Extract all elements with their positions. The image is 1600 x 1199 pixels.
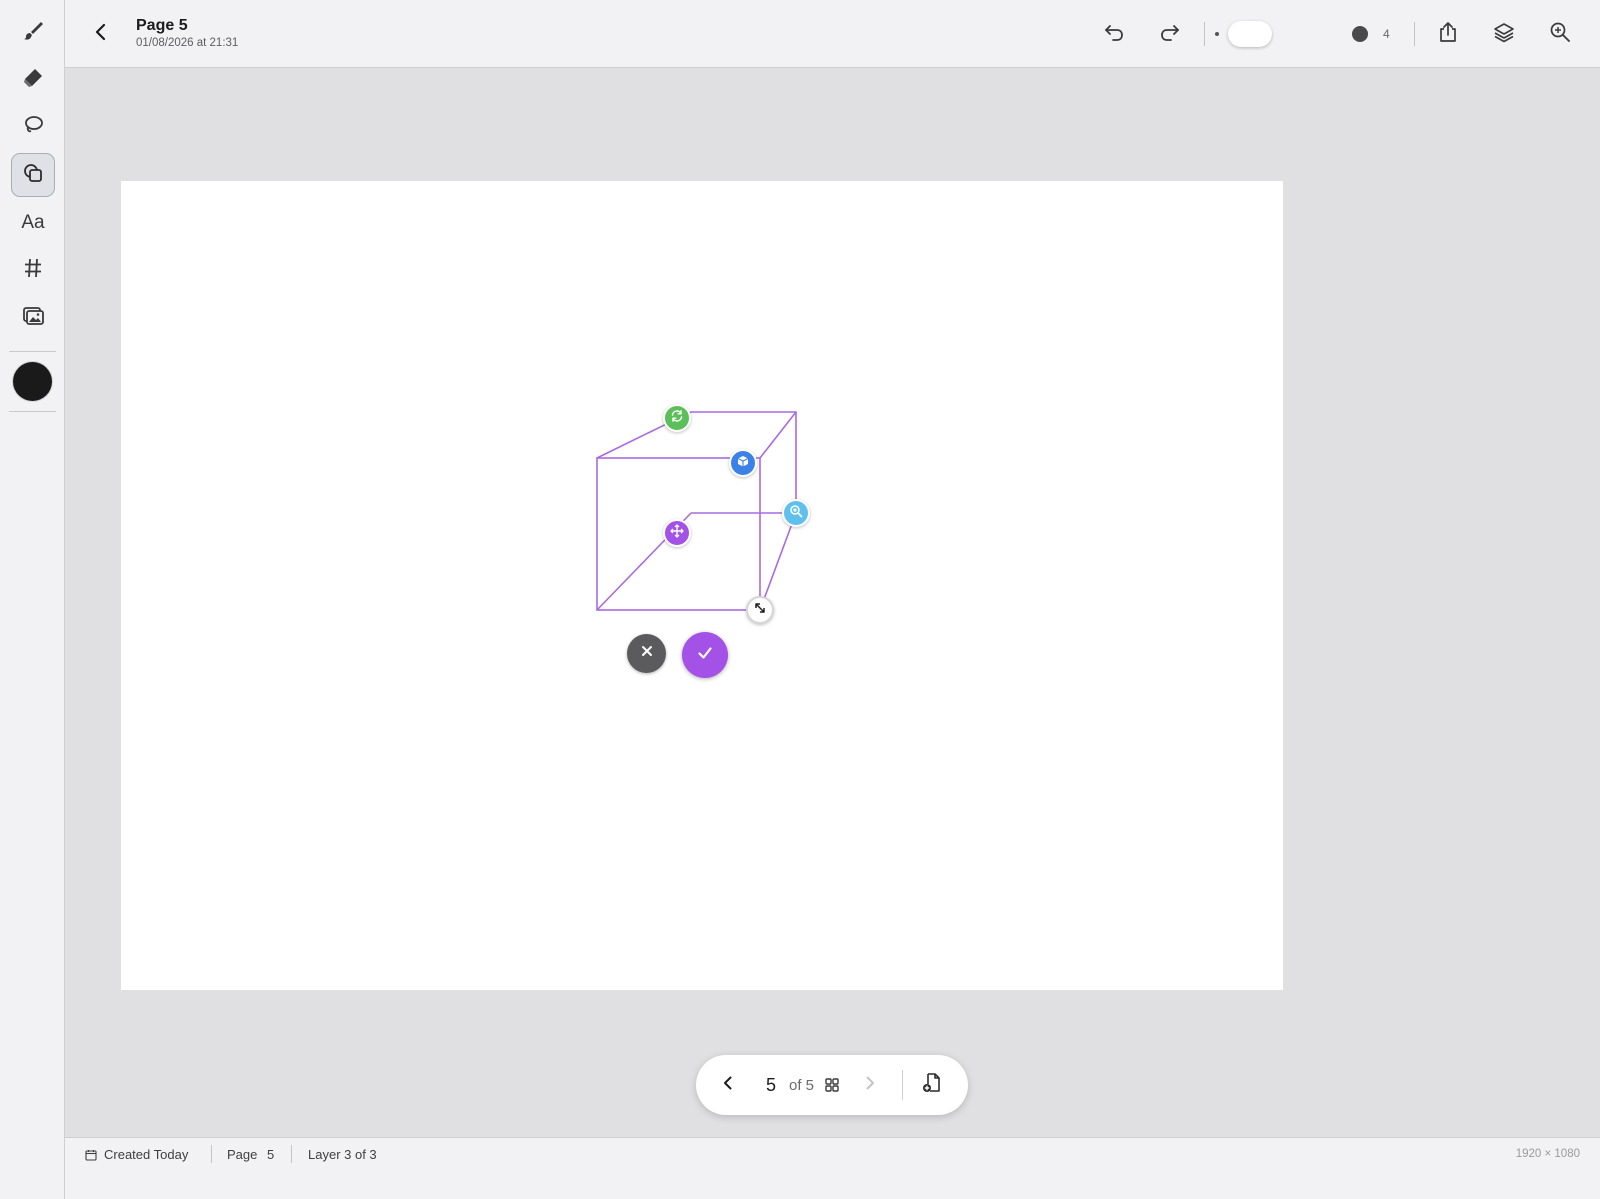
image-tool[interactable] bbox=[11, 295, 55, 339]
status-divider bbox=[291, 1145, 292, 1163]
size-max-dot bbox=[1352, 26, 1368, 42]
undo-button[interactable] bbox=[1100, 20, 1128, 48]
created-label: Created Today bbox=[104, 1147, 189, 1162]
text-tool-label: Aa bbox=[21, 212, 45, 233]
page-total-label: of 5 bbox=[789, 1077, 815, 1094]
current-color-swatch[interactable] bbox=[13, 362, 52, 401]
previous-page-button[interactable] bbox=[714, 1071, 742, 1099]
rotate-icon bbox=[670, 409, 684, 428]
next-page-button[interactable] bbox=[856, 1071, 884, 1099]
zoom-button[interactable] bbox=[1546, 20, 1574, 48]
page-grid-button[interactable] bbox=[824, 1077, 840, 1093]
image-icon bbox=[21, 303, 45, 332]
move-icon bbox=[670, 523, 684, 543]
back-button[interactable] bbox=[87, 20, 115, 48]
zoom-handle[interactable] bbox=[782, 499, 810, 527]
zoom-in-icon bbox=[789, 504, 803, 523]
chevron-left-icon bbox=[91, 22, 111, 47]
page-date: 01/08/2026 at 21:31 bbox=[136, 37, 239, 49]
current-page-number[interactable]: 5 bbox=[766, 1075, 776, 1096]
cancel-shape-button[interactable] bbox=[627, 634, 666, 673]
chevron-left-icon bbox=[720, 1075, 736, 1096]
depth-handle[interactable] bbox=[729, 449, 757, 477]
status-bar: Created Today Page 5 Layer 3 of 3 1920 ×… bbox=[65, 1137, 1600, 1199]
share-button[interactable] bbox=[1434, 20, 1462, 48]
layer-label: Layer 3 of 3 bbox=[308, 1147, 377, 1162]
hash-icon bbox=[21, 256, 45, 285]
grid-icon bbox=[824, 1078, 840, 1097]
tool-sidebar: Aa bbox=[0, 0, 65, 1199]
cube-edges bbox=[596, 411, 797, 611]
add-page-icon bbox=[921, 1072, 943, 1099]
calendar-icon bbox=[85, 1148, 97, 1166]
shapes-tool[interactable] bbox=[11, 153, 55, 197]
cube-shape[interactable] bbox=[121, 181, 1283, 990]
brush-tool[interactable] bbox=[11, 11, 55, 55]
status-divider bbox=[211, 1145, 212, 1163]
resize-handle[interactable] bbox=[746, 596, 774, 624]
lasso-icon bbox=[21, 113, 45, 142]
redo-button[interactable] bbox=[1156, 20, 1184, 48]
eraser-icon bbox=[21, 66, 45, 95]
share-icon bbox=[1437, 21, 1459, 48]
resize-arrows-icon bbox=[753, 601, 767, 620]
lasso-tool[interactable] bbox=[11, 105, 55, 149]
drawing-canvas[interactable] bbox=[121, 181, 1283, 990]
chevron-right-icon bbox=[862, 1075, 878, 1096]
add-page-button[interactable] bbox=[918, 1071, 946, 1099]
grid-tool[interactable] bbox=[11, 248, 55, 292]
sidebar-divider bbox=[9, 351, 56, 352]
page-value: 5 bbox=[267, 1147, 275, 1162]
brush-size-value: 4 bbox=[1383, 27, 1390, 41]
confirm-shape-button[interactable] bbox=[682, 632, 728, 678]
cube-icon bbox=[736, 454, 750, 473]
toolbar-divider bbox=[1414, 22, 1415, 46]
page-navigator: 5 of 5 bbox=[696, 1055, 968, 1115]
brush-icon bbox=[21, 19, 45, 48]
text-tool[interactable]: Aa bbox=[11, 201, 55, 245]
page-title: Page 5 bbox=[136, 17, 188, 34]
top-bar: Page 5 01/08/2026 at 21:31 4 bbox=[65, 0, 1600, 68]
sidebar-divider bbox=[9, 411, 56, 412]
move-handle[interactable] bbox=[663, 519, 691, 547]
checkmark-icon bbox=[696, 644, 714, 667]
shapes-icon bbox=[21, 161, 45, 190]
eraser-tool[interactable] bbox=[11, 58, 55, 102]
brush-size-slider-knob[interactable] bbox=[1228, 21, 1272, 47]
zoom-icon bbox=[1549, 21, 1571, 48]
size-min-dot bbox=[1215, 32, 1219, 36]
undo-icon bbox=[1103, 21, 1125, 48]
redo-icon bbox=[1159, 21, 1181, 48]
canvas-dimensions: 1920 × 1080 bbox=[1515, 1148, 1580, 1160]
page-nav-divider bbox=[902, 1070, 903, 1100]
page-label: Page bbox=[227, 1147, 258, 1162]
layers-button[interactable] bbox=[1490, 20, 1518, 48]
close-icon bbox=[640, 644, 654, 663]
layers-icon bbox=[1493, 21, 1515, 48]
rotate-handle[interactable] bbox=[663, 404, 691, 432]
toolbar-divider bbox=[1204, 22, 1205, 46]
